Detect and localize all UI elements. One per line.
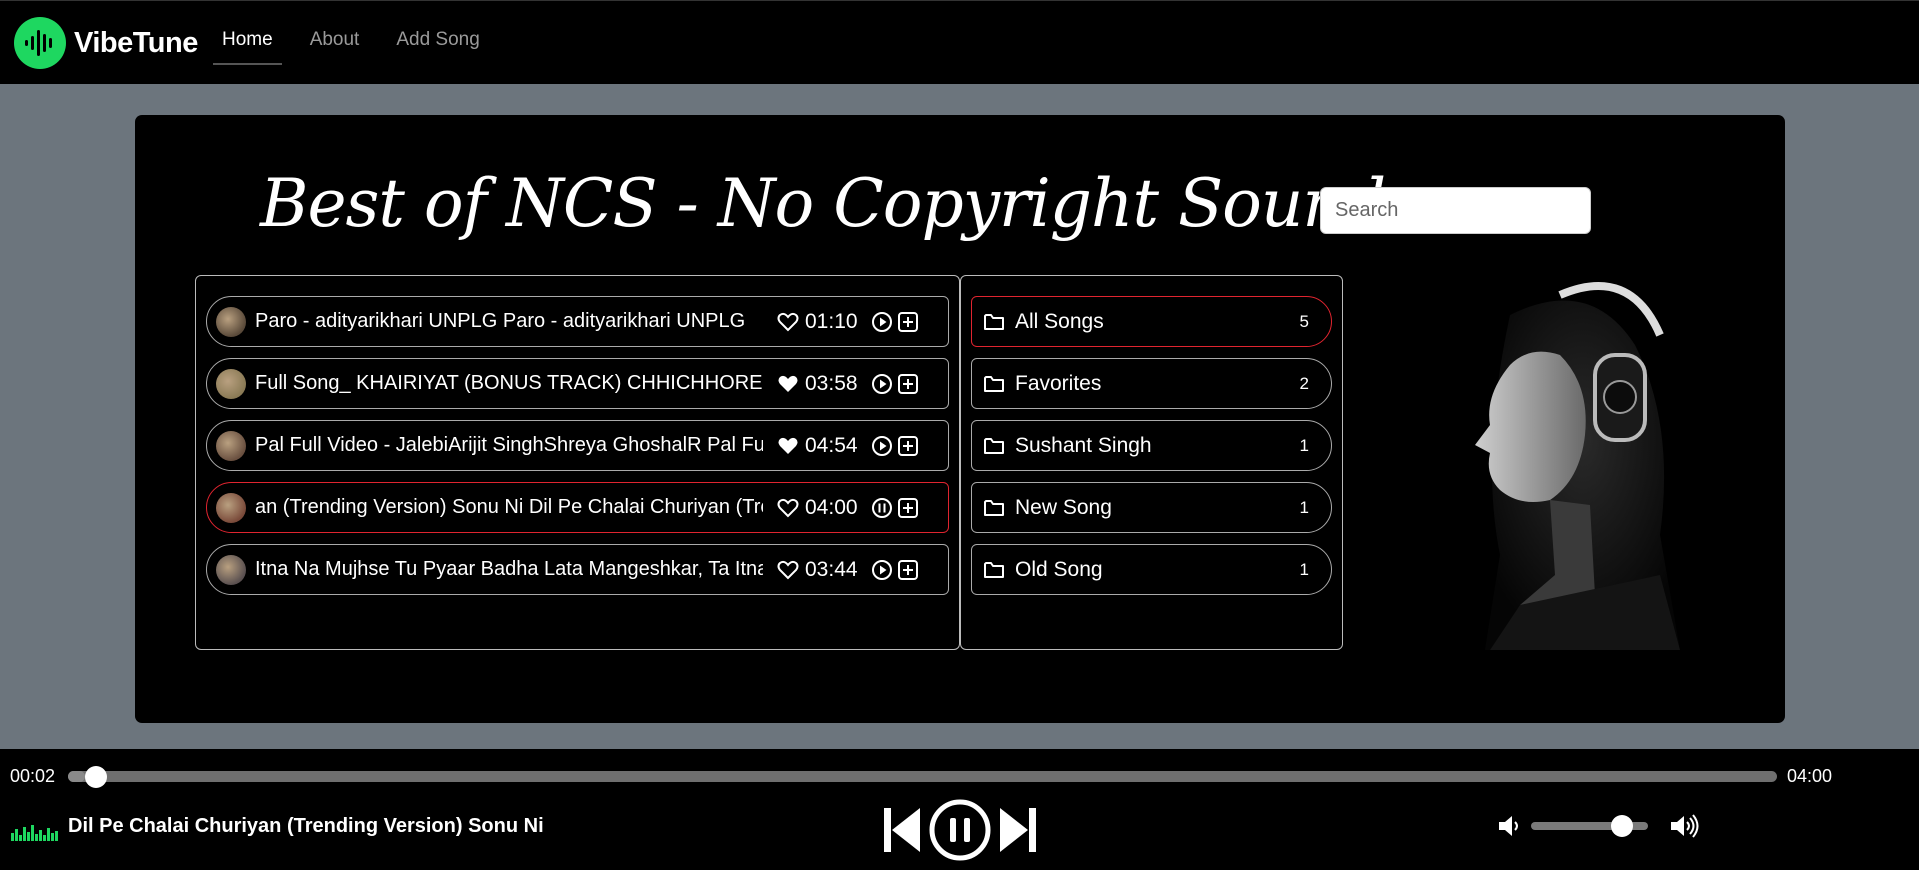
song-row[interactable]: Pal Full Video - JalebiArijit SinghShrey… — [206, 420, 949, 471]
pause-circle-icon[interactable] — [871, 497, 893, 519]
playlist-item[interactable]: Sushant Singh 1 — [971, 420, 1332, 471]
song-row[interactable]: Paro - adityarikhari UNPLG Paro - aditya… — [206, 296, 949, 347]
playlist-name: Old Song — [1015, 557, 1103, 581]
playlist-name: Favorites — [1015, 371, 1102, 395]
song-duration: 03:58 — [805, 371, 858, 395]
nav-about[interactable]: About — [301, 29, 369, 65]
folder-icon — [984, 499, 1004, 516]
skip-previous-icon[interactable] — [882, 805, 922, 855]
heart-filled-icon[interactable] — [777, 373, 799, 395]
sound-wave-logo-icon — [14, 17, 66, 69]
playlist-count: 5 — [1299, 311, 1309, 331]
current-time: 00:02 — [10, 766, 56, 786]
nav-add-song[interactable]: Add Song — [387, 29, 488, 65]
play-circle-icon[interactable] — [871, 373, 893, 395]
playlist-name: All Songs — [1015, 309, 1104, 333]
brand[interactable]: VibeTune — [14, 17, 198, 69]
song-thumbnail — [216, 306, 246, 337]
playlist-count: 1 — [1299, 559, 1309, 579]
heart-outline-icon[interactable] — [777, 497, 799, 519]
plus-square-icon[interactable] — [897, 311, 919, 333]
song-thumbnail — [216, 492, 246, 523]
playlist-item[interactable]: New Song 1 — [971, 482, 1332, 533]
plus-square-icon[interactable] — [897, 559, 919, 581]
song-list: Paro - adityarikhari UNPLG Paro - aditya… — [195, 275, 960, 650]
playlist-item[interactable]: Old Song 1 — [971, 544, 1332, 595]
search-input[interactable] — [1320, 187, 1591, 234]
nav-home[interactable]: Home — [213, 29, 282, 65]
song-row[interactable]: an (Trending Version) Sonu Ni Dil Pe Cha… — [206, 482, 949, 533]
plus-square-icon[interactable] — [897, 435, 919, 457]
song-duration: 03:44 — [805, 557, 858, 581]
playlist-count: 1 — [1299, 497, 1309, 517]
volume-slider[interactable] — [1531, 815, 1648, 837]
play-circle-icon[interactable] — [871, 559, 893, 581]
playlist-item[interactable]: Favorites 2 — [971, 358, 1332, 409]
playlist-name: New Song — [1015, 495, 1112, 519]
song-duration: 01:10 — [805, 309, 858, 333]
player-bar: 00:02 04:00 Dil Pe Chalai Churiyan (Tren… — [0, 749, 1919, 870]
play-circle-icon[interactable] — [871, 435, 893, 457]
song-duration: 04:54 — [805, 433, 858, 457]
song-row[interactable]: Itna Na Mujhse Tu Pyaar Badha Lata Mange… — [206, 544, 949, 595]
progress-fill — [68, 771, 86, 782]
total-time: 04:00 — [1787, 766, 1833, 786]
folder-icon — [984, 437, 1004, 454]
navbar: VibeTune Home About Add Song — [0, 0, 1919, 84]
song-thumbnail — [216, 430, 246, 461]
song-title: Itna Na Mujhse Tu Pyaar Badha Lata Mange… — [255, 558, 763, 580]
volume-up-icon[interactable] — [1669, 813, 1701, 839]
heart-outline-icon[interactable] — [777, 559, 799, 581]
folder-icon — [984, 313, 1004, 330]
volume-down-icon[interactable] — [1497, 813, 1523, 839]
plus-square-icon[interactable] — [897, 497, 919, 519]
volume-thumb[interactable] — [1611, 815, 1634, 837]
playlist-count: 2 — [1299, 373, 1309, 393]
folder-icon — [984, 375, 1004, 392]
progress-bar[interactable] — [68, 766, 1777, 788]
plus-square-icon[interactable] — [897, 373, 919, 395]
song-title: an (Trending Version) Sonu Ni Dil Pe Cha… — [255, 496, 763, 518]
song-thumbnail — [216, 554, 246, 585]
pause-circle-icon[interactable] — [928, 798, 992, 862]
song-row[interactable]: Full Song_ KHAIRIYAT (BONUS TRACK) CHHIC… — [206, 358, 949, 409]
brand-name: VibeTune — [74, 26, 198, 59]
progress-thumb[interactable] — [85, 766, 108, 788]
playlist-item[interactable]: All Songs 5 — [971, 296, 1332, 347]
page-title: Best of NCS - No Copyright Sounds — [260, 165, 1419, 242]
main-panel: Best of NCS - No Copyright Sounds Paro -… — [135, 115, 1785, 723]
heart-filled-icon[interactable] — [777, 435, 799, 457]
song-thumbnail — [216, 368, 246, 399]
song-duration: 04:00 — [805, 495, 858, 519]
heart-outline-icon[interactable] — [777, 311, 799, 333]
song-title: Paro - adityarikhari UNPLG Paro - aditya… — [255, 310, 746, 332]
playlist-count: 1 — [1299, 435, 1309, 455]
headphone-girl-image — [1475, 282, 1680, 650]
playlist-list: All Songs 5 Favorites 2 Sushant Singh 1 New So… — [960, 275, 1343, 650]
song-title: Full Song_ KHAIRIYAT (BONUS TRACK) CHHIC… — [255, 372, 763, 394]
now-playing-title: Dil Pe Chalai Churiyan (Trending Version… — [68, 815, 544, 837]
nav-links: Home About Add Song — [213, 29, 508, 65]
folder-icon — [984, 561, 1004, 578]
play-circle-icon[interactable] — [871, 311, 893, 333]
skip-next-icon[interactable] — [998, 805, 1038, 855]
song-title: Pal Full Video - JalebiArijit SinghShrey… — [255, 434, 763, 456]
equalizer-icon — [11, 825, 58, 841]
playlist-name: Sushant Singh — [1015, 433, 1152, 457]
